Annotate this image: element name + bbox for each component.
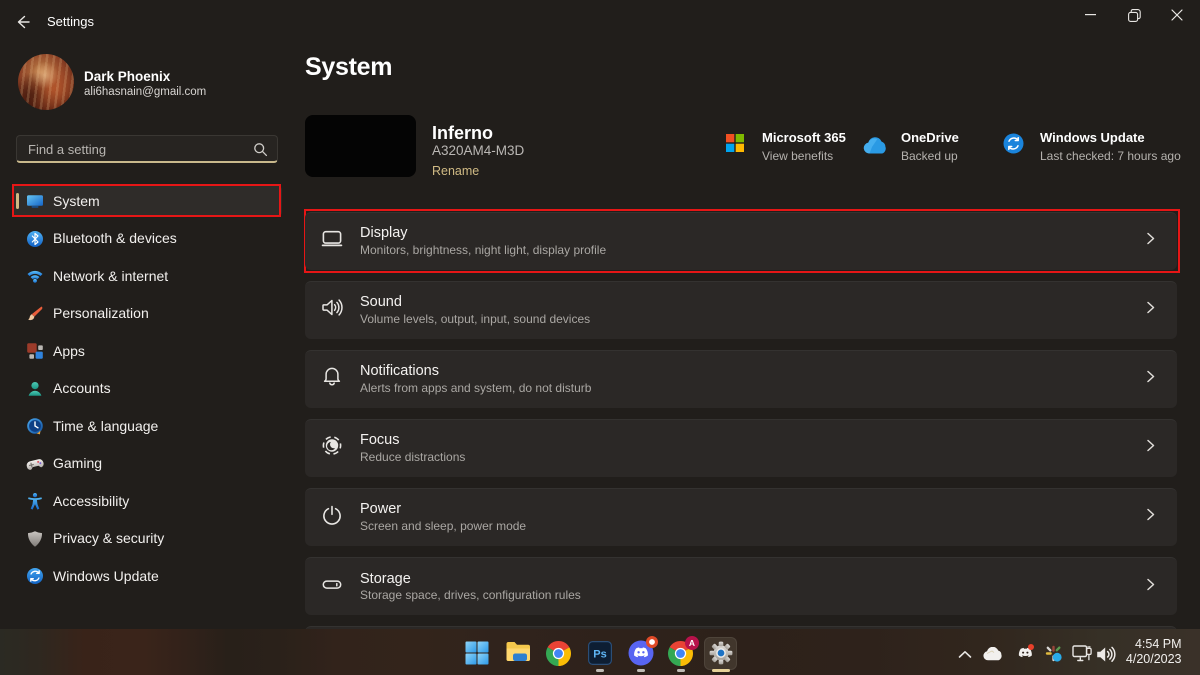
svg-text:Ps: Ps — [593, 649, 606, 661]
